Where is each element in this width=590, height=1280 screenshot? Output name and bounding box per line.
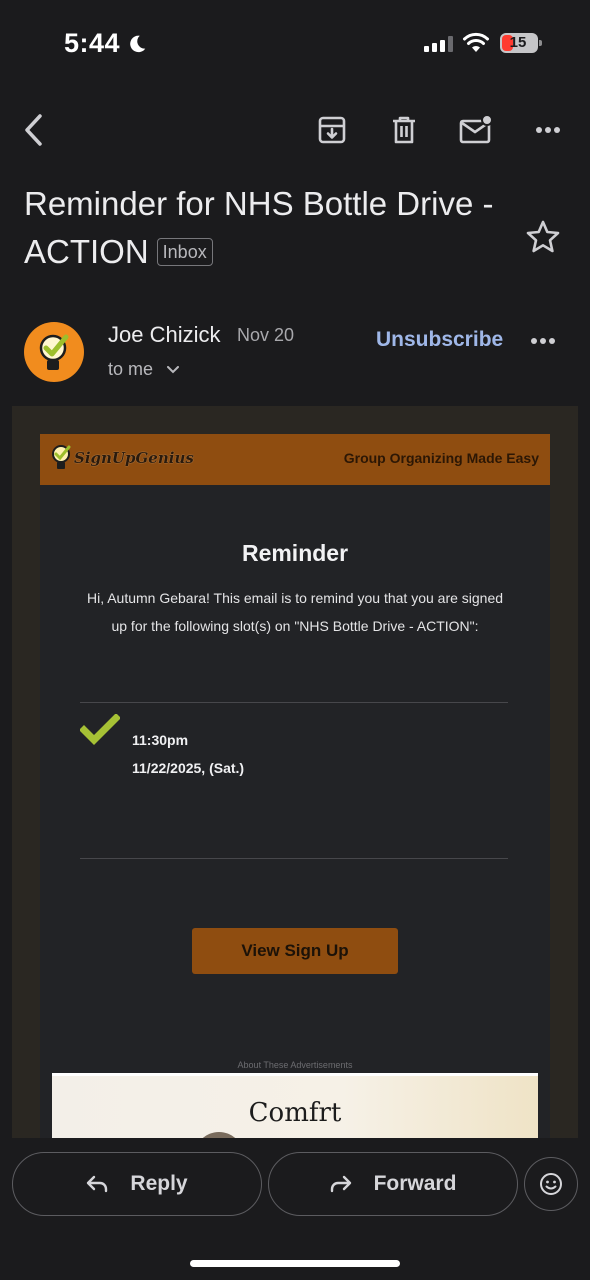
lightbulb-logo-icon <box>39 334 69 370</box>
email-subject: Reminder for NHS Bottle Drive - ACTION In… <box>24 180 504 276</box>
sender-avatar[interactable] <box>24 322 84 382</box>
divider <box>80 702 508 703</box>
back-button[interactable] <box>16 112 52 148</box>
archive-icon <box>318 116 346 144</box>
home-indicator[interactable] <box>190 1260 400 1267</box>
recipient-text: to me <box>108 359 154 379</box>
signupgenius-logo[interactable]: SignUpGenius <box>50 444 194 472</box>
more-horizontal-icon <box>531 338 555 344</box>
forward-icon <box>330 1175 351 1193</box>
inbox-label-chip[interactable]: Inbox <box>156 238 213 266</box>
email-toolbar <box>0 104 590 156</box>
status-time: 5:44 <box>64 28 148 59</box>
smiley-icon <box>540 1173 562 1195</box>
mark-unread-button[interactable] <box>458 112 494 148</box>
star-icon <box>526 220 560 253</box>
ad-brand: Comfrt <box>248 1098 342 1128</box>
signupgenius-header: SignUpGenius Group Organizing Made Easy <box>40 434 550 485</box>
bottom-action-bar: Reply Forward <box>0 1138 590 1280</box>
moon-icon <box>130 35 146 52</box>
reply-icon <box>87 1175 108 1193</box>
lightbulb-logo-icon <box>52 445 71 469</box>
mail-unread-icon <box>459 115 493 144</box>
slot-time: 11:30pm <box>132 732 189 748</box>
sender-name[interactable]: Joe Chizick <box>108 322 220 348</box>
divider <box>80 858 508 859</box>
battery-indicator: 15 <box>500 33 542 53</box>
trash-icon <box>393 116 415 144</box>
chevron-left-icon <box>25 114 42 146</box>
archive-button[interactable] <box>314 112 350 148</box>
reply-button[interactable]: Reply <box>12 1152 262 1216</box>
checkmark-icon <box>80 714 120 745</box>
slot-date: 11/22/2025, (Sat.) <box>132 760 245 776</box>
message-more-button[interactable] <box>530 326 566 356</box>
star-button[interactable] <box>524 218 562 256</box>
reminder-heading: Reminder <box>241 540 349 566</box>
reply-label: Reply <box>130 1172 188 1195</box>
clock-text: 5:44 <box>64 28 121 58</box>
signup-reminder-card: SignUpGenius Group Organizing Made Easy … <box>40 434 550 1138</box>
brand-name: SignUpGenius <box>74 449 194 467</box>
battery-level: 15 <box>509 34 527 51</box>
subject-text: Reminder for NHS Bottle Drive - ACTION <box>24 185 494 270</box>
email-body: SignUpGenius Group Organizing Made Easy … <box>12 406 578 1138</box>
ad-label[interactable]: About These Advertisements <box>40 1060 550 1070</box>
chevron-down-icon <box>167 365 180 373</box>
forward-label: Forward <box>373 1172 457 1195</box>
recipient-details-toggle[interactable]: to me <box>108 359 180 380</box>
delete-button[interactable] <box>386 112 422 148</box>
advertisement-banner[interactable]: Comfrt <box>52 1073 538 1138</box>
brand-tagline: Group Organizing Made Easy <box>343 450 539 466</box>
reminder-message: Hi, Autumn Gebara! This email is to remi… <box>86 590 504 634</box>
cellular-signal-icon <box>424 36 453 52</box>
forward-button[interactable]: Forward <box>268 1152 518 1216</box>
emoji-reaction-button[interactable] <box>524 1157 578 1211</box>
unsubscribe-link[interactable]: Unsubscribe <box>376 328 503 352</box>
wifi-icon <box>463 32 489 52</box>
more-horizontal-icon <box>536 127 560 133</box>
email-date: Nov 20 <box>237 325 295 345</box>
view-sign-up-button[interactable]: View Sign Up <box>192 928 398 974</box>
more-options-button[interactable] <box>530 112 566 148</box>
status-bar: 5:44 15 <box>0 0 590 90</box>
